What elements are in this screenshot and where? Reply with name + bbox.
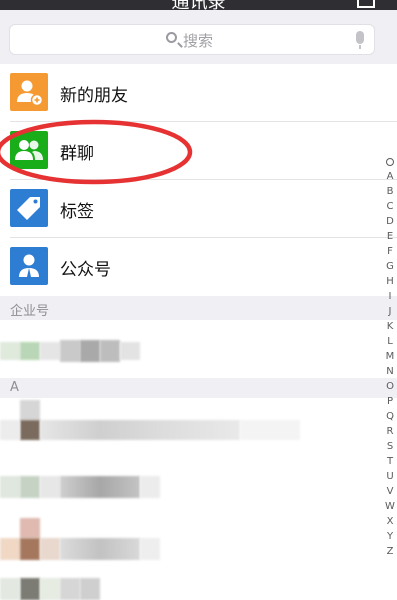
index-letter[interactable]: C [384, 199, 396, 214]
list-item[interactable] [0, 398, 397, 458]
alphabet-index[interactable]: A B C D E F G H I J K L M N O P Q R S T … [384, 156, 396, 559]
add-contact-icon[interactable] [357, 0, 375, 8]
index-letter[interactable]: S [384, 439, 396, 454]
index-search-icon[interactable] [384, 156, 396, 169]
index-letter[interactable]: Y [384, 529, 396, 544]
menu-item-label: 公众号 [60, 260, 111, 280]
microphone-icon[interactable] [356, 31, 364, 49]
list-item[interactable] [0, 458, 397, 518]
index-letter[interactable]: F [384, 244, 396, 259]
index-letter[interactable]: R [384, 424, 396, 439]
list-item[interactable] [0, 320, 397, 378]
avatar [20, 400, 40, 420]
index-letter[interactable]: A [384, 169, 396, 184]
index-letter[interactable]: Q [384, 409, 396, 424]
index-letter[interactable]: V [384, 484, 396, 499]
avatar [20, 518, 40, 538]
index-letter[interactable]: X [384, 514, 396, 529]
navigation-bar: 通讯录 [0, 0, 397, 10]
avatar [0, 342, 20, 360]
search-bar: 搜索 [0, 10, 397, 64]
search-placeholder: 搜索 [183, 32, 214, 50]
section-header-a: A [0, 378, 397, 398]
menu-item-label: 新的朋友 [60, 86, 128, 106]
tag-icon [10, 189, 48, 227]
menu-item-new-friends[interactable]: 新的朋友 [0, 64, 397, 122]
index-letter[interactable]: W [384, 499, 396, 514]
index-letter[interactable]: H [384, 274, 396, 289]
menu-item-tags[interactable]: 标签 [0, 180, 397, 238]
page-title: 通讯录 [0, 0, 397, 10]
index-letter[interactable]: K [384, 319, 396, 334]
menu-item-official-accounts[interactable]: 公众号 [0, 238, 397, 296]
index-letter[interactable]: U [384, 469, 396, 484]
index-letter[interactable]: J [384, 304, 396, 319]
index-letter[interactable]: G [384, 259, 396, 274]
search-input[interactable]: 搜索 [9, 24, 375, 55]
index-letter[interactable]: D [384, 214, 396, 229]
index-letter[interactable]: O [384, 379, 396, 394]
search-icon [166, 32, 177, 43]
index-letter[interactable]: L [384, 334, 396, 349]
annotation-circle [0, 119, 193, 185]
index-letter[interactable]: M [384, 349, 396, 364]
index-letter[interactable]: N [384, 364, 396, 379]
menu-item-label: 标签 [60, 202, 94, 222]
index-letter[interactable]: I [384, 289, 396, 304]
list-item[interactable] [0, 518, 397, 576]
list-item[interactable] [0, 576, 397, 600]
index-letter[interactable]: T [384, 454, 396, 469]
avatar [0, 476, 20, 498]
index-letter[interactable]: P [384, 394, 396, 409]
add-friend-icon [10, 73, 48, 111]
avatar [20, 578, 40, 600]
index-letter[interactable]: Z [384, 544, 396, 559]
official-account-icon [10, 247, 48, 285]
section-header-enterprise: 企业号 [0, 296, 397, 320]
index-letter[interactable]: E [384, 229, 396, 244]
index-letter[interactable]: B [384, 184, 396, 199]
